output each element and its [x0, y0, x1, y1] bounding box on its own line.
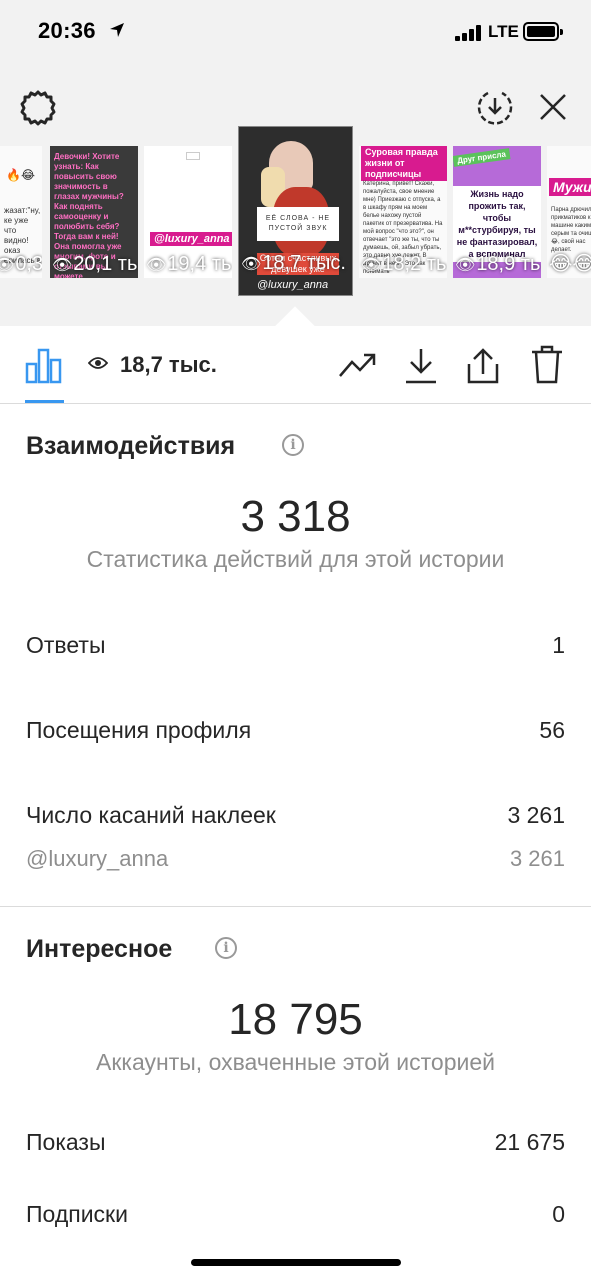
profile-visits-label: Посещения профиля — [26, 717, 252, 743]
interactions-total: 3 318 — [240, 492, 351, 541]
network-type: LTE — [488, 22, 519, 41]
story-thumbnail-strip[interactable]: жазат:"ну, ке уже что видно! оказ ерилась в … — [0, 126, 591, 296]
story-thumbnail[interactable]: жазат:"ну, ке уже что видно! оказ ерилась в … — [0, 146, 42, 278]
replies-label: Ответы — [26, 632, 106, 658]
info-icon[interactable]: i — [282, 434, 304, 456]
profile-visits-value: 56 — [539, 717, 565, 743]
discovery-title: Интересное — [26, 935, 173, 963]
download-circle-icon[interactable] — [476, 88, 514, 126]
follows-value: 0 — [552, 1201, 565, 1227]
download-icon[interactable] — [403, 346, 439, 386]
discovery-caption: Аккаунты, охваченные этой историей — [96, 1049, 495, 1075]
selected-tab-indicator — [25, 400, 64, 403]
sticker-taps-value: 3 261 — [507, 802, 565, 828]
story-thumbnail-selected[interactable]: ЕЁ СЛОВА - НЕ ПУСТОЙ ЗВУК Сотни счастлив… — [238, 126, 353, 296]
section-divider — [0, 906, 591, 907]
story-thumbnail[interactable]: Девочки! Хотите узнать: Как повысить сво… — [50, 146, 138, 278]
trending-up-icon[interactable] — [338, 350, 378, 380]
share-icon[interactable] — [465, 346, 501, 386]
signal-icon — [455, 25, 483, 41]
eye-icon — [88, 357, 108, 369]
story-thumbnail[interactable]: Друг присла Жизнь надо прожить так, чтоб… — [453, 146, 541, 278]
status-bar: 20:36 LTE — [0, 0, 591, 64]
follows-label: Подписки — [26, 1201, 128, 1227]
sticker-taps-label: Число касаний наклеек — [26, 802, 276, 828]
impressions-label: Показы — [26, 1129, 106, 1155]
close-icon[interactable] — [538, 92, 568, 122]
sticker-handle-value: 3 261 — [509, 846, 565, 871]
status-time: 20:36 — [38, 18, 96, 43]
story-thumbnail[interactable]: Мужик Парна дрючил, с прикматиков к маши… — [547, 146, 591, 278]
sticker-handle-label[interactable]: @luxury_anna — [26, 846, 168, 872]
battery-icon — [523, 22, 563, 41]
interactions-title: Взаимодействия — [26, 432, 236, 460]
replies-value: 1 — [552, 632, 565, 658]
story-thumbnail[interactable]: Суровая правда жизни от подписчицы Катер… — [359, 146, 447, 278]
location-arrow-icon — [110, 23, 124, 37]
bar-chart-icon[interactable] — [25, 348, 63, 384]
home-indicator[interactable] — [191, 1259, 401, 1266]
insights-action-bar: 18,7 тыс. — [0, 326, 591, 404]
settings-gear-icon[interactable] — [18, 88, 58, 128]
story-views-total: 18,7 тыс. — [120, 352, 217, 377]
impressions-value: 21 675 — [494, 1129, 565, 1155]
info-icon[interactable]: i — [215, 937, 237, 959]
delete-trash-icon[interactable] — [529, 344, 565, 386]
discovery-total: 18 795 — [228, 995, 363, 1044]
story-thumbnail[interactable]: @luxury_anna 👁19,4 ть — [144, 146, 232, 278]
interactions-caption: Статистика действий для этой истории — [86, 546, 505, 572]
